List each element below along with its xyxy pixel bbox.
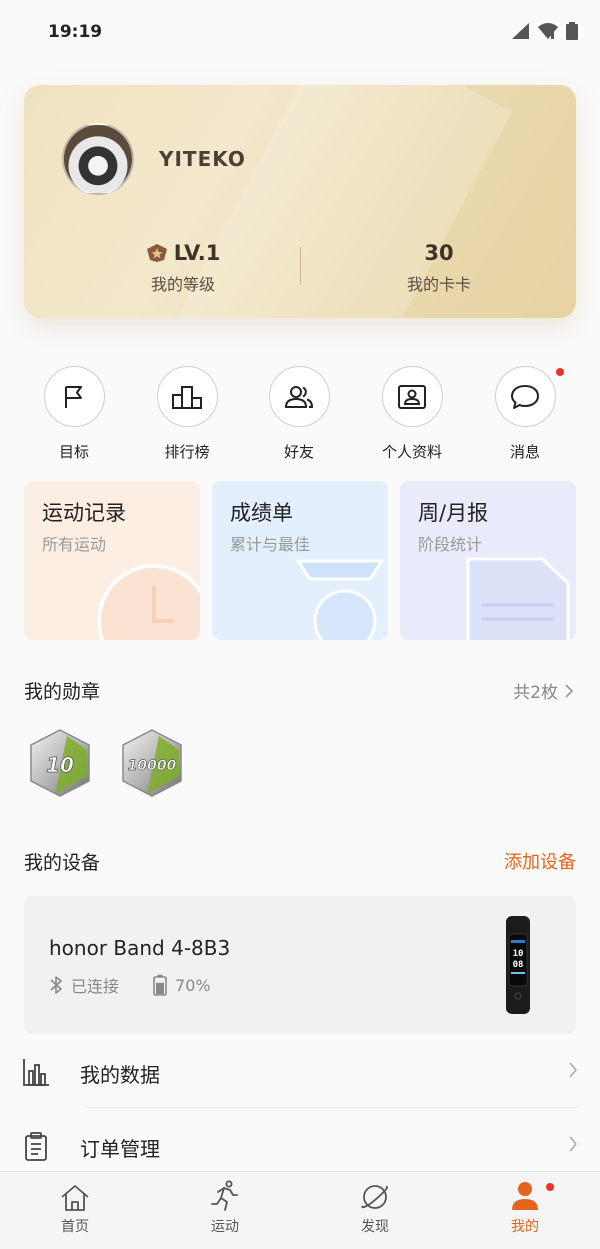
message-notification-dot [556, 368, 564, 376]
medal-10000-steps-badge[interactable]: 10000 [119, 728, 185, 798]
level-badge-icon [146, 244, 167, 262]
medal-10k-text: 10 [46, 753, 74, 777]
medal-10k-badge[interactable]: 10 [27, 728, 93, 798]
medal-10000-text: 10000 [128, 758, 177, 774]
bluetooth-icon [50, 976, 62, 994]
leaderboard-icon [172, 385, 202, 409]
flag-icon [65, 385, 82, 408]
quick-action-messages[interactable]: 消息 [475, 366, 575, 462]
tab-home[interactable]: 首页 [0, 1172, 150, 1249]
avatar[interactable] [62, 123, 134, 195]
menu-divider [84, 1107, 580, 1108]
menu-row-my-data[interactable]: 我的数据 [0, 1037, 600, 1107]
feature-card-weekly-monthly-report[interactable]: 周/月报 阶段统计 [400, 481, 576, 640]
device-status: 已连接 70% [49, 973, 211, 997]
quick-action-profile[interactable]: 个人资料 [362, 366, 462, 462]
friends-icon [284, 385, 314, 408]
trophy-watermark-icon [295, 559, 385, 640]
chevron-right-icon [569, 1136, 578, 1152]
tab-discover[interactable]: 发现 [300, 1172, 450, 1249]
wifi-icon [538, 23, 558, 39]
battery-fill [156, 982, 165, 994]
svg-text:08: 08 [513, 960, 524, 970]
status-time: 19:19 [48, 22, 103, 42]
battery-percent: 70% [175, 975, 211, 995]
kaka-value: 30 [424, 241, 454, 265]
svg-text:10: 10 [513, 949, 524, 959]
home-icon [61, 1185, 89, 1211]
device-name: honor Band 4-8B3 [49, 936, 231, 960]
status-icons [512, 22, 578, 40]
level-value: LV.1 [173, 241, 221, 265]
status-bar: 19:19 [0, 0, 600, 64]
clock-watermark-icon [97, 564, 200, 640]
profile-card[interactable]: YITEKO LV.1 我的等级 30 我的卡卡 [24, 85, 576, 318]
connection-status: 已连接 [71, 977, 120, 996]
feature-card-workout-records[interactable]: 运动记录 所有运动 [24, 481, 200, 640]
tab-me[interactable]: 我的 [450, 1172, 600, 1249]
battery-icon [566, 22, 578, 40]
medals-more-link[interactable]: 共2枚 [513, 678, 574, 703]
tab-exercise[interactable]: 运动 [150, 1172, 300, 1249]
medals-title: 我的勋章 [24, 681, 101, 703]
add-device-button[interactable]: 添加设备 [504, 848, 576, 874]
quick-action-leaderboard[interactable]: 排行榜 [137, 366, 237, 462]
planet-icon [361, 1185, 388, 1209]
me-notification-dot [546, 1183, 554, 1191]
document-watermark-icon [466, 557, 570, 640]
device-card[interactable]: honor Band 4-8B3 已连接 70% 10 08 [24, 896, 576, 1034]
bottom-tab-bar: 首页 运动 发现 我的 [0, 1171, 600, 1249]
battery-level-icon [153, 974, 167, 996]
clipboard-icon [25, 1132, 47, 1161]
kaka-label: 我的卡卡 [406, 275, 471, 294]
devices-title: 我的设备 [24, 852, 101, 874]
chevron-right-icon [569, 1062, 578, 1078]
cellular-signal-icon [512, 23, 529, 39]
kaka-stat[interactable]: 30 我的卡卡 [324, 241, 554, 295]
quick-actions: 目标 排行榜 好友 个人资料 消息 [0, 366, 600, 466]
quick-action-friends[interactable]: 好友 [249, 366, 349, 462]
stat-divider [300, 247, 301, 285]
profile-card-icon [398, 384, 426, 409]
running-icon [211, 1180, 238, 1211]
level-label: 我的等级 [150, 275, 215, 294]
message-icon [511, 384, 539, 409]
feature-card-report-card[interactable]: 成绩单 累计与最佳 [212, 481, 388, 640]
honor-band-image: 10 08 [506, 916, 530, 1014]
person-icon [512, 1182, 538, 1210]
chevron-right-icon [565, 683, 574, 698]
quick-action-goal[interactable]: 目标 [24, 366, 124, 462]
bar-chart-icon [23, 1059, 49, 1086]
level-stat[interactable]: LV.1 我的等级 [68, 241, 298, 295]
username[interactable]: YITEKO [159, 147, 246, 171]
